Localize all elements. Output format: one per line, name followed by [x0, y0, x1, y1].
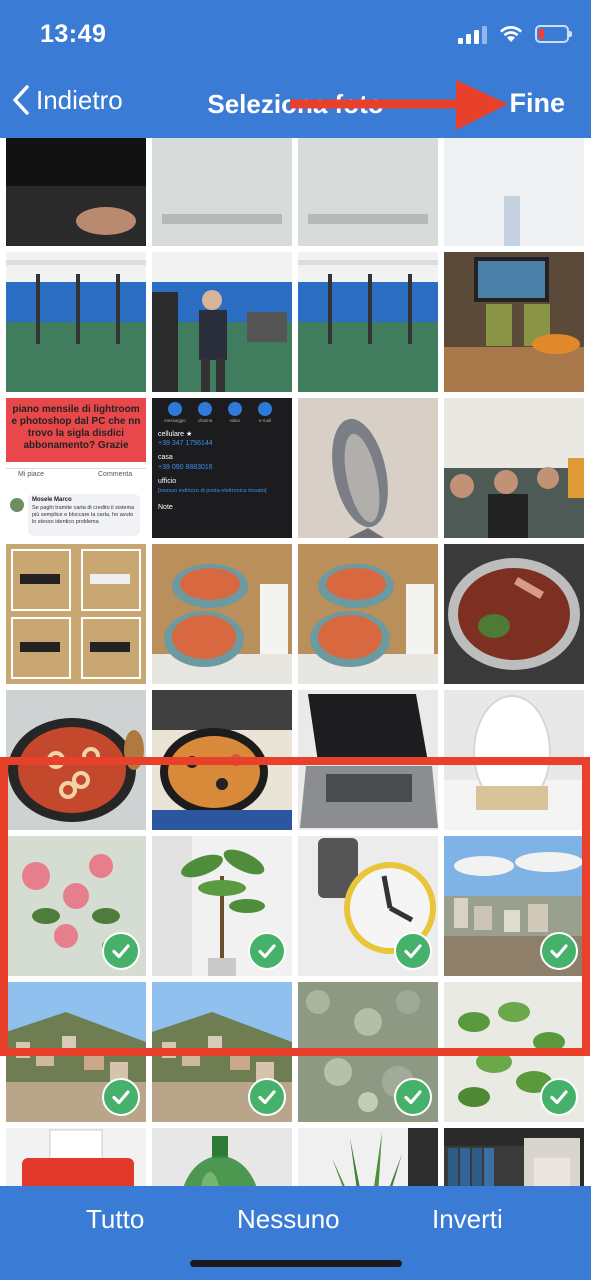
- photo-thumbnail-contact-card[interactable]: messaggio chiama video e-mail cellulare …: [152, 398, 292, 538]
- check-icon: [540, 932, 578, 970]
- photo-thumbnail-shrimp-plates[interactable]: [152, 544, 292, 684]
- photo-thumbnail-gym-hall[interactable]: [6, 252, 146, 392]
- home-indicator: [190, 1260, 402, 1267]
- check-icon: [102, 932, 140, 970]
- photo-thumbnail-diffuser[interactable]: [444, 690, 584, 830]
- photo-grid-area: piano mensile di lightroom e photoshop d…: [0, 138, 591, 1186]
- photo-thumbnail-green-jug[interactable]: [152, 1128, 292, 1186]
- post-comment: Commenta: [98, 471, 133, 478]
- post-reply-name: Mosele Marco: [32, 497, 72, 503]
- post-headline: piano mensile di lightroom e photoshop d…: [11, 404, 141, 451]
- photo-thumbnail-books-statue[interactable]: [444, 1128, 584, 1186]
- check-icon: [540, 1078, 578, 1116]
- post-reply-text: Se paghi tramite carta di credito il sis…: [32, 505, 135, 525]
- photo-thumbnail-snake-plant[interactable]: [298, 1128, 438, 1186]
- check-icon: [394, 1078, 432, 1116]
- contact-action-label: messaggio: [164, 418, 186, 423]
- photo-thumbnail-bottle[interactable]: [444, 138, 584, 246]
- contact-mobile-label: cellulare ★: [158, 431, 193, 438]
- check-icon: [394, 932, 432, 970]
- photo-thumbnail-sofa-people[interactable]: [444, 398, 584, 538]
- photo-thumbnail-gray-screen[interactable]: [152, 138, 292, 246]
- status-bar: 13:49: [0, 0, 591, 70]
- status-time: 13:49: [40, 20, 107, 48]
- battery-icon: [535, 25, 572, 43]
- contact-home-label: casa: [158, 454, 173, 461]
- photo-thumbnail-fish[interactable]: [298, 398, 438, 538]
- photo-thumbnail-gray-screen[interactable]: [298, 138, 438, 246]
- page-title: Seleziona foto: [207, 89, 384, 119]
- wifi-icon: [500, 26, 522, 42]
- photo-thumbnail-potted-plant[interactable]: [152, 836, 292, 976]
- post-like: Mi piace: [18, 471, 45, 478]
- top-bar: 13:49 Indietro Seleziona foto Fine: [0, 0, 591, 138]
- check-icon: [248, 932, 286, 970]
- photo-grid: piano mensile di lightroom e photoshop d…: [6, 138, 586, 1186]
- done-button[interactable]: Fine: [509, 88, 565, 119]
- check-icon: [248, 1078, 286, 1116]
- contact-home-value: +39 090 8883016: [158, 464, 213, 471]
- photo-thumbnail-screen-hand[interactable]: [6, 138, 146, 246]
- contact-office-value: [nessun indirizzo di posta elettronica t…: [158, 488, 267, 494]
- invert-selection-button[interactable]: Inverti: [432, 1204, 503, 1235]
- photo-thumbnail-pasta-pan[interactable]: [6, 690, 146, 830]
- photo-thumbnail-shrimp-plates[interactable]: [298, 544, 438, 684]
- contact-notes-label: Note: [158, 504, 173, 511]
- photo-thumbnail-mint-plant[interactable]: [444, 982, 584, 1122]
- contact-office-label: ufficio: [158, 478, 177, 485]
- photo-thumbnail-clock[interactable]: [298, 836, 438, 976]
- contact-action-label: video: [229, 418, 241, 423]
- photo-thumbnail-typewriter[interactable]: [6, 1128, 146, 1186]
- status-icons: [458, 24, 572, 44]
- photo-thumbnail-hill-town[interactable]: [6, 982, 146, 1122]
- photo-thumbnail-laptop[interactable]: [298, 690, 438, 830]
- photo-thumbnail-pink-flowers[interactable]: [6, 836, 146, 976]
- contact-mobile-value: +39 347 1756144: [158, 440, 213, 447]
- photo-thumbnail-hill-town[interactable]: [152, 982, 292, 1122]
- bottom-toolbar: Tutto Nessuno Inverti: [0, 1186, 591, 1280]
- photo-thumbnail-shrub[interactable]: [298, 982, 438, 1122]
- check-icon: [102, 1078, 140, 1116]
- photo-thumbnail-floor-figures[interactable]: [6, 544, 146, 684]
- photo-thumbnail-facebook-post[interactable]: piano mensile di lightroom e photoshop d…: [6, 398, 146, 538]
- contact-action-label: chiama: [197, 418, 213, 423]
- photo-thumbnail-soup-pot[interactable]: [444, 544, 584, 684]
- photo-thumbnail-drinks-tv[interactable]: [444, 252, 584, 392]
- cellular-signal-icon: [458, 24, 487, 44]
- photo-thumbnail-gym-hall[interactable]: [298, 252, 438, 392]
- photo-thumbnail-paella[interactable]: [152, 690, 292, 830]
- photo-thumbnail-city-view[interactable]: [444, 836, 584, 976]
- select-none-button[interactable]: Nessuno: [237, 1204, 340, 1235]
- photo-thumbnail-gym-man[interactable]: [152, 252, 292, 392]
- contact-action-label: e-mail: [258, 418, 272, 423]
- select-all-button[interactable]: Tutto: [86, 1204, 144, 1235]
- navigation-bar: Indietro Seleziona foto Fine: [0, 70, 591, 138]
